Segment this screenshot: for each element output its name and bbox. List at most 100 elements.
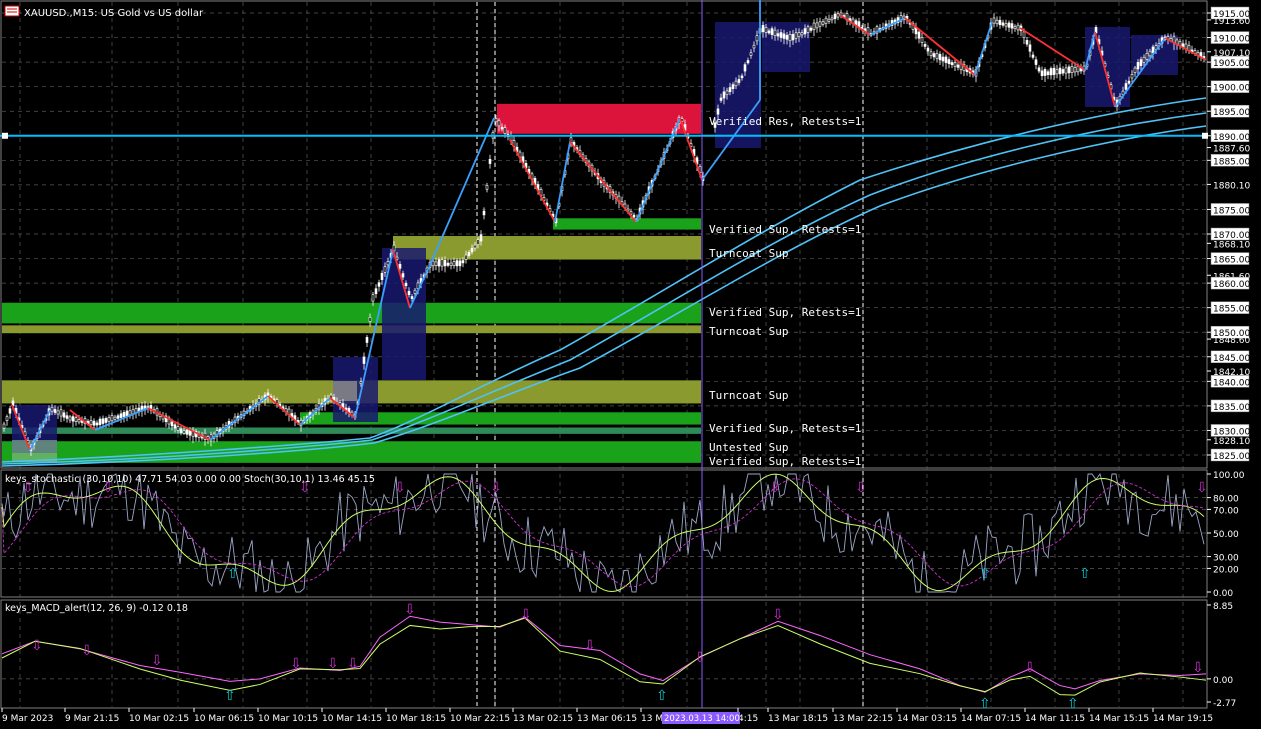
candle-body — [386, 261, 390, 266]
candle-body — [830, 17, 834, 21]
candle-body — [1064, 67, 1068, 74]
zone-rect-resistance — [497, 103, 701, 134]
price-label: 1895.00 — [1213, 108, 1250, 118]
candle-body — [995, 19, 999, 25]
zigzag-down-segment — [147, 407, 211, 441]
candle-body — [485, 185, 489, 190]
candle-body — [407, 290, 411, 295]
zone-label: Verified Sup, Retests=1 — [709, 223, 861, 236]
candle-body — [95, 422, 99, 426]
price-label: 1848.60 — [1213, 336, 1250, 346]
candle-body — [1007, 22, 1011, 28]
candle-body — [941, 56, 945, 62]
time-label: 10 Mar 06:15 — [194, 714, 254, 724]
candle-body — [89, 420, 93, 426]
stoch-buy-arrow: ⇧ — [227, 566, 239, 582]
candle-body — [1013, 26, 1017, 29]
candle-body — [821, 21, 825, 25]
candle-body — [809, 27, 813, 31]
candle-body — [65, 415, 69, 419]
zone-label: Turncoat Sup — [709, 389, 788, 402]
stoch-sell-arrow: ⇩ — [855, 480, 867, 496]
stoch-level-label: 50.00 — [1213, 530, 1239, 540]
candle-body — [488, 159, 492, 164]
candle-body — [725, 90, 729, 95]
candle-body — [101, 418, 105, 424]
candle-body — [368, 317, 372, 322]
moving-average-line — [1, 97, 1207, 463]
zone-label: Verified Sup, Retests=1 — [709, 422, 861, 435]
candle-body — [1058, 67, 1062, 75]
candle-body — [917, 31, 921, 39]
candle-body — [8, 408, 12, 414]
candle-body — [170, 421, 174, 427]
candle-body — [1142, 56, 1146, 63]
macd-buy-arrow: ⇧ — [1067, 696, 1079, 712]
zigzag-down-segment — [569, 141, 637, 223]
candle-body — [1067, 66, 1071, 74]
chart-window[interactable]: Verified Res, Retests=1 Verified Sup, Ret… — [0, 0, 1261, 725]
candle-body — [932, 53, 936, 58]
candle-body — [176, 426, 180, 431]
candle-body — [500, 126, 504, 130]
candle-body — [1004, 23, 1008, 27]
line-handle-left[interactable] — [2, 132, 8, 139]
candle-body — [929, 51, 933, 56]
candle-body — [5, 416, 9, 421]
candle-body — [458, 260, 462, 267]
price-label: 1860.00 — [1213, 280, 1250, 290]
candle-body — [68, 416, 72, 421]
candle-body — [737, 79, 741, 83]
candle-body — [371, 294, 375, 302]
candle-body — [1061, 69, 1065, 74]
candle-body — [470, 247, 474, 253]
candle-body — [71, 416, 75, 422]
candle-body — [482, 210, 486, 216]
candle-body — [77, 419, 81, 423]
macd-sell-arrow: ⇩ — [520, 607, 532, 623]
price-label: 1868.10 — [1213, 240, 1250, 250]
zone-label: Verified Sup, Retests=1 — [709, 455, 861, 468]
candle-body — [923, 44, 927, 47]
time-label: 4:15 — [738, 714, 758, 724]
time-label: 14 Mar 11:15 — [1025, 714, 1085, 724]
candle-body — [449, 262, 453, 266]
candle-body — [836, 13, 840, 18]
candle-body — [749, 52, 753, 56]
candle-body — [716, 108, 720, 115]
price-label: 1840.00 — [1213, 378, 1250, 388]
price-chart-svg[interactable]: Verified Res, Retests=1 Verified Sup, Ret… — [0, 0, 1261, 725]
candle-body — [1043, 69, 1047, 76]
candle-body — [173, 424, 177, 429]
candle-body — [722, 91, 726, 99]
candle-body — [494, 118, 498, 123]
candle-body — [2, 423, 6, 429]
candle-body — [746, 60, 750, 64]
zigzag-up-segment — [554, 141, 571, 223]
candle-body — [434, 261, 438, 266]
candle-body — [56, 410, 60, 415]
candle-body — [920, 37, 924, 43]
candle-body — [944, 56, 948, 63]
macd-signal-line — [1, 617, 1207, 696]
candle-body — [62, 412, 66, 418]
candle-body — [800, 32, 804, 36]
candle-body — [104, 418, 108, 423]
candle-body — [503, 127, 507, 134]
candle-body — [1010, 23, 1014, 29]
candle-body — [404, 282, 408, 287]
stochastic-label: keys_stochastic (30,10,10) 47.71 54.03 0… — [5, 474, 375, 485]
candle-body — [719, 97, 723, 101]
candle-body — [452, 261, 456, 266]
candle-body — [1148, 50, 1152, 57]
macd-level-label: 8.85 — [1213, 602, 1233, 612]
candle-body — [437, 259, 441, 267]
moving-average-layer — [1, 97, 1207, 467]
zone-label: Turncoat Sup — [709, 247, 788, 260]
time-label: 14 Mar 15:15 — [1089, 714, 1149, 724]
window-menu-icon[interactable] — [4, 5, 20, 17]
price-label: 1887.60 — [1213, 145, 1250, 155]
stochastic-indicator: ⇩ ⇩ ⇩ ⇩ ⇩ ⇩ ⇩ ⇩⇧ ⇧ ⇧ — [1, 472, 1208, 593]
zone-labels-layer: Verified Res, Retests=1 Verified Sup, Ret… — [709, 115, 861, 468]
candle-body — [125, 410, 129, 417]
